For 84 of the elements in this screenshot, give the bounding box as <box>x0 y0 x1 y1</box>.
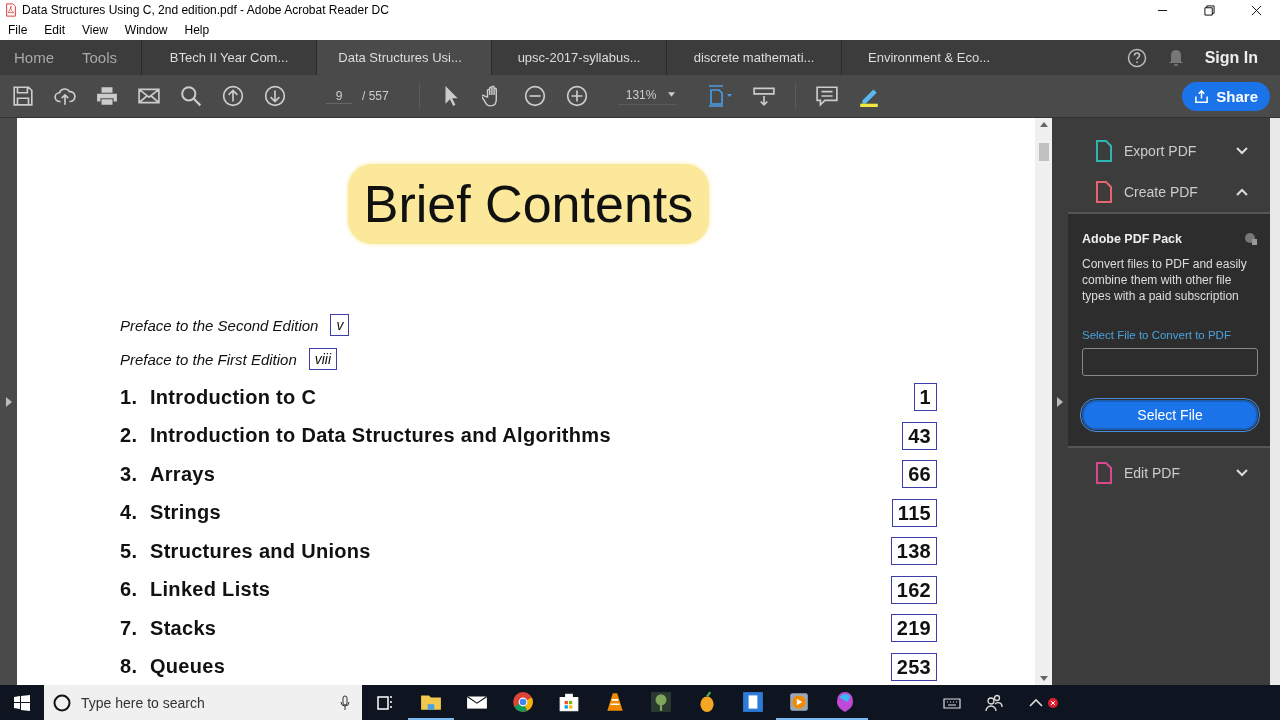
comment-icon[interactable] <box>816 85 839 107</box>
print-icon[interactable] <box>96 85 118 107</box>
page-number: 253 <box>890 652 937 681</box>
chapter-number: 7. <box>120 616 139 640</box>
help-icon[interactable] <box>1126 47 1147 68</box>
save-icon[interactable] <box>12 85 34 107</box>
field-label: Select File to Convert to PDF <box>1082 329 1232 341</box>
chevron-down-icon[interactable] <box>1236 468 1248 477</box>
chapter-title: Structures and Unions <box>150 539 371 563</box>
tool-row[interactable]: Edit PDF <box>1068 452 1270 493</box>
scroll-up-icon[interactable] <box>1039 122 1048 127</box>
tool-row[interactable]: Create PDF <box>1068 171 1270 212</box>
paint-drop-icon <box>834 690 856 713</box>
menu-item[interactable]: Edit <box>42 23 73 37</box>
page-number: 162 <box>890 575 937 604</box>
chapter-number: 8. <box>120 655 139 679</box>
menu-item[interactable]: Window <box>122 23 175 37</box>
menu-item[interactable]: Help <box>182 23 217 37</box>
play-icon <box>788 690 810 713</box>
chapter-title: Queues <box>150 655 226 679</box>
page-number: 66 <box>902 460 937 489</box>
menu-item[interactable]: View <box>80 23 115 37</box>
chapter-number: 5. <box>120 539 139 563</box>
zoom-out-icon[interactable] <box>523 85 546 107</box>
nav-tab[interactable]: Home <box>0 40 68 75</box>
caret-icon[interactable] <box>668 92 676 97</box>
preface-title: Preface to the First Edition <box>120 350 297 368</box>
contents-heading: Brief Contents <box>347 164 710 244</box>
taskbar-search-field[interactable]: Type here to search <box>44 685 362 720</box>
file-input-field[interactable] <box>1082 348 1258 376</box>
traffic-cone-icon <box>604 690 626 713</box>
sign-in-link[interactable]: Sign In <box>1204 48 1258 67</box>
page-number: 1 <box>913 383 937 412</box>
chrome-icon <box>512 690 534 713</box>
tool-row[interactable]: Export PDF <box>1068 130 1270 171</box>
chapter-title: Arrays <box>150 462 216 486</box>
chapter-title: Introduction to Data Structures and Algorithms <box>150 424 611 448</box>
page-number: 219 <box>890 614 937 643</box>
chapter-number: 1. <box>120 385 139 409</box>
tree-icon <box>650 690 672 713</box>
page-number: viii <box>308 348 338 370</box>
page-number: v <box>330 314 350 336</box>
page-number: 115 <box>891 498 937 527</box>
page-total: / 557 <box>362 89 389 103</box>
chapter-number: 6. <box>120 578 139 602</box>
circle-icon <box>53 693 71 712</box>
chapter-title: Strings <box>150 501 221 525</box>
chapter-title: Linked Lists <box>150 578 271 602</box>
chapter-number: 4. <box>120 501 139 525</box>
fit-page-icon[interactable] <box>707 85 734 107</box>
document-icon <box>742 690 764 713</box>
select-file-button[interactable]: Select File <box>1082 400 1258 430</box>
nav-tab[interactable]: Tools <box>68 40 132 75</box>
preface-title: Preface to the Second Edition <box>120 316 319 334</box>
people-icon[interactable] <box>984 692 1004 713</box>
menu-item[interactable]: File <box>6 23 35 37</box>
scroll-down-icon[interactable] <box>1039 676 1048 681</box>
pack-title: Adobe PDF Pack <box>1082 232 1183 246</box>
search-icon[interactable] <box>180 85 202 107</box>
chapter-number: 3. <box>120 462 139 486</box>
share-button[interactable]: Share <box>1182 81 1270 111</box>
cloud-upload-icon[interactable] <box>54 85 76 107</box>
microphone-icon[interactable] <box>340 694 350 711</box>
chevron-up-icon[interactable] <box>1236 187 1248 196</box>
window-title: Data Structures Using C, 2nd edition.pdf - Adobe Acrobat Reader DC <box>22 3 389 17</box>
page-number: 138 <box>890 537 937 566</box>
expand-arrow-icon[interactable] <box>5 396 12 407</box>
zoom-dropdown[interactable]: 131% <box>617 87 678 105</box>
chapter-title: Stacks <box>150 616 217 640</box>
scrollbar-thumb[interactable] <box>1038 143 1049 161</box>
chapter-number: 2. <box>120 424 139 448</box>
pdf-file-icon <box>4 3 18 17</box>
zoom-in-icon[interactable] <box>565 85 588 107</box>
page-number-field[interactable]: 9 <box>326 88 352 104</box>
chapter-title: Introduction to C <box>150 385 317 409</box>
share-icon <box>1194 88 1210 104</box>
pack-description: Convert files to PDF and easily combine them with other file types with a paid subscription <box>1082 256 1248 304</box>
chevron-down-icon[interactable] <box>1236 146 1248 155</box>
document-tab[interactable]: Data Structures Usi... <box>316 40 492 75</box>
scrollbar-track[interactable] <box>1270 118 1280 685</box>
page-number: 43 <box>902 421 937 450</box>
scroll-mode-icon[interactable] <box>753 85 776 107</box>
error-icon[interactable] <box>1048 697 1058 708</box>
expand-arrow-icon[interactable] <box>1057 396 1063 407</box>
